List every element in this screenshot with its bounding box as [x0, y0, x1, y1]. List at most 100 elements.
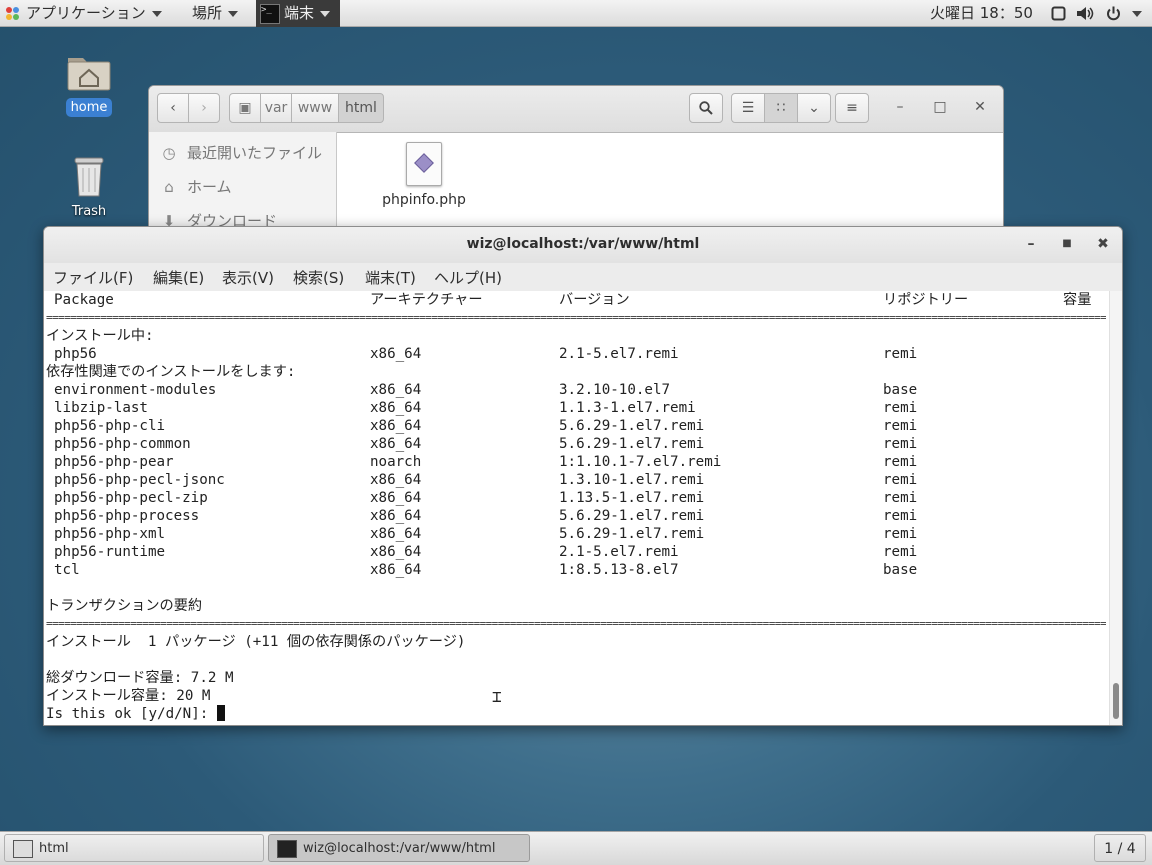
close-button[interactable]: ✖	[1088, 227, 1118, 261]
applications-label: アプリケーション	[26, 4, 146, 22]
header-arch: アーキテクチャー	[370, 292, 483, 308]
volume-icon[interactable]	[1076, 0, 1094, 27]
taskbar-item-label: html	[39, 841, 69, 856]
menu-help[interactable]: ヘルプ(H)	[434, 267, 502, 288]
terminal-app-label: 端末	[284, 4, 315, 22]
power-icon[interactable]	[1106, 0, 1142, 27]
package-repo: remi	[883, 436, 918, 452]
package-version: 3.2.10-10.el7	[559, 382, 671, 398]
install-summary: インストール 1 パッケージ (+11 個の依存関係のパッケージ)	[46, 634, 466, 650]
package-name: libzip-last	[54, 400, 148, 416]
back-button[interactable]: ‹	[157, 93, 189, 123]
list-icon: ☰	[741, 100, 755, 116]
package-name: environment-modules	[54, 382, 217, 398]
menu-view[interactable]: 表示(V)	[222, 267, 274, 288]
separator-line: ========================================…	[46, 314, 1106, 322]
chevron-down-icon: ⌄	[808, 100, 820, 116]
chevron-down-icon	[151, 10, 162, 17]
sidebar-item-home[interactable]: ⌂ ホーム	[161, 175, 232, 199]
trash-label: Trash	[71, 204, 107, 219]
search-button[interactable]	[689, 93, 723, 123]
chevron-down-icon	[228, 10, 239, 17]
menu-button[interactable]: ≡	[835, 93, 869, 123]
grid-icon: ∷	[776, 100, 786, 116]
header-repo: リポジトリー	[883, 292, 969, 308]
breadcrumb-root[interactable]: ▣	[229, 93, 261, 123]
package-arch: x86_64	[370, 400, 422, 416]
package-arch: x86_64	[370, 562, 422, 578]
sidebar-item-label: 最近開いたファイル	[187, 144, 323, 162]
desktop-trash[interactable]: Trash	[58, 152, 120, 219]
top-panel: アプリケーション 場所 >_ 端末 火曜日 18：50	[0, 0, 1152, 27]
minimize-button[interactable]: –	[885, 93, 915, 123]
close-icon: ✖	[1097, 236, 1109, 252]
terminal-scrollbar[interactable]	[1109, 291, 1122, 725]
header-size: 容量	[1063, 292, 1092, 308]
close-button[interactable]: ✕	[965, 93, 995, 123]
package-name: php56-php-cli	[54, 418, 166, 434]
package-arch: noarch	[370, 454, 422, 470]
file-manager-header: ‹ › ▣ var www html ☰ ∷ ⌄ ≡ – □ ✕	[149, 86, 1003, 133]
maximize-button[interactable]: □	[925, 93, 955, 123]
terminal-icon: >_	[260, 3, 280, 24]
terminal-window: wiz@localhost:/var/www/html – ■ ✖ ファイル(F…	[43, 226, 1123, 726]
menu-search[interactable]: 検索(S)	[293, 267, 344, 288]
taskbar-item-terminal[interactable]: wiz@localhost:/var/www/html	[268, 834, 530, 862]
sidebar-item-recent[interactable]: ◷ 最近開いたファイル	[161, 141, 322, 165]
applications-menu[interactable]: アプリケーション	[6, 0, 162, 27]
terminal-app-menu[interactable]: >_ 端末	[256, 0, 341, 27]
package-repo: remi	[883, 508, 918, 524]
prompt-line[interactable]: Is this ok [y/d/N]:	[46, 705, 225, 723]
package-repo: remi	[883, 346, 918, 362]
maximize-button[interactable]: ■	[1052, 227, 1082, 261]
forward-button[interactable]: ›	[188, 93, 220, 123]
prompt-text: Is this ok [y/d/N]:	[46, 706, 217, 722]
menu-edit[interactable]: 編集(E)	[153, 267, 204, 288]
minimize-button[interactable]: –	[1016, 227, 1046, 261]
table-header-row: Package アーキテクチャー バージョン リポジトリー 容量	[46, 291, 1091, 309]
package-repo: remi	[883, 454, 918, 470]
header-package: Package	[54, 292, 114, 308]
applications-icon	[6, 6, 20, 21]
taskbar-item-label: wiz@localhost:/var/www/html	[303, 841, 496, 856]
package-repo: remi	[883, 400, 918, 416]
minimize-icon: –	[896, 99, 904, 115]
summary-label: トランザクションの要約	[46, 598, 203, 614]
terminal-menubar: ファイル(F) 編集(E) 表示(V) 検索(S) 端末(T) ヘルプ(H)	[44, 263, 1122, 292]
i-beam-cursor-icon: ⌶	[492, 687, 502, 706]
breadcrumb-var[interactable]: var	[260, 93, 292, 123]
package-version: 2.1-5.el7.remi	[559, 544, 679, 560]
search-icon	[699, 101, 713, 115]
view-options-button[interactable]: ⌄	[797, 93, 831, 123]
home-label: home	[65, 98, 113, 117]
list-view-button[interactable]: ☰	[731, 93, 765, 123]
package-version: 1.1.3-1.el7.remi	[559, 400, 696, 416]
breadcrumb-www[interactable]: www	[291, 93, 339, 123]
php-file-icon	[406, 142, 442, 186]
maximize-icon: ■	[1062, 238, 1072, 249]
package-arch: x86_64	[370, 436, 422, 452]
package-name: php56-php-common	[54, 436, 191, 452]
file-manager-window: ‹ › ▣ var www html ☰ ∷ ⌄ ≡ – □ ✕ ◷ 最近開いたフ…	[148, 85, 1004, 247]
sidebar-item-label: ホーム	[187, 178, 232, 196]
terminal-output[interactable]: Package アーキテクチャー バージョン リポジトリー 容量 =======…	[44, 291, 1110, 725]
clock[interactable]: 火曜日 18：50	[930, 0, 1033, 27]
file-phpinfo[interactable]: phpinfo.php	[379, 142, 469, 208]
package-repo: remi	[883, 490, 918, 506]
places-menu[interactable]: 場所	[192, 0, 239, 27]
taskbar-item-files[interactable]: html	[4, 834, 264, 862]
home-icon: ⌂	[164, 178, 174, 196]
workspace-switcher[interactable]: 1 / 4	[1094, 834, 1146, 862]
desktop-home-folder[interactable]: home	[58, 50, 120, 117]
package-repo: base	[883, 382, 918, 398]
package-arch: x86_64	[370, 508, 422, 524]
grid-view-button[interactable]: ∷	[764, 93, 798, 123]
file-manager-icon	[13, 840, 33, 858]
install-size: インストール容量: 20 M	[46, 688, 211, 704]
screen-icon[interactable]	[1051, 0, 1066, 27]
menu-file[interactable]: ファイル(F)	[53, 267, 133, 288]
scrollbar-thumb[interactable]	[1113, 683, 1119, 719]
package-repo: remi	[883, 418, 918, 434]
menu-terminal[interactable]: 端末(T)	[365, 267, 416, 288]
breadcrumb-html[interactable]: html	[338, 93, 384, 123]
